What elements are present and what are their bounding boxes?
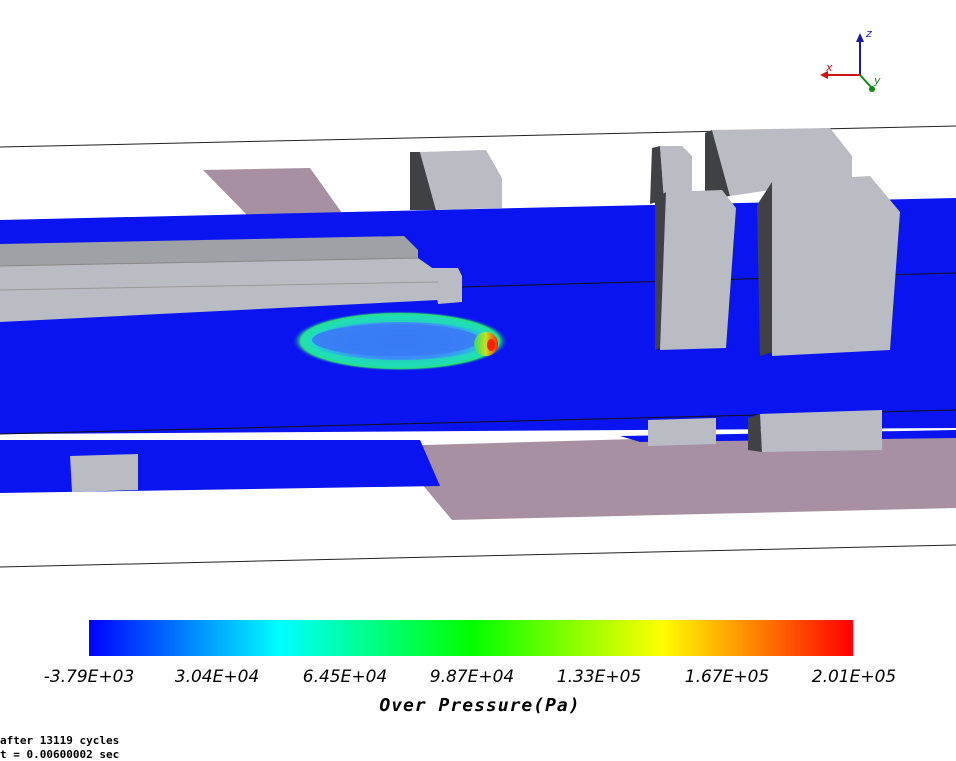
axis-label-x: x bbox=[825, 61, 833, 74]
simulation-3d-view[interactable]: z x y bbox=[0, 0, 956, 610]
colorbar-tick-label: 1.33E+05 bbox=[556, 667, 642, 687]
blast-wave-peak bbox=[487, 339, 495, 351]
colorbar-tick-label: -3.79E+03 bbox=[43, 667, 135, 687]
axis-label-y: y bbox=[873, 74, 881, 87]
axes-triad: z x y bbox=[820, 27, 881, 92]
blast-wave-core bbox=[312, 324, 480, 356]
building-box bbox=[760, 410, 882, 452]
colorbar bbox=[89, 620, 853, 656]
domain-edge-line bbox=[0, 544, 956, 568]
colorbar-tick-label: 2.01E+05 bbox=[811, 667, 897, 687]
cycles-status: after 13119 cycles bbox=[0, 734, 120, 747]
ground-plane bbox=[203, 168, 342, 216]
pressure-field-surface bbox=[0, 440, 440, 493]
axis-label-z: z bbox=[865, 27, 872, 40]
colorbar-tick-label: 6.45E+04 bbox=[302, 667, 388, 687]
colorbar-tick-label: 1.67E+05 bbox=[684, 667, 770, 687]
building-box bbox=[648, 418, 716, 446]
building-box bbox=[748, 414, 762, 452]
colorbar-tick-label: 3.04E+04 bbox=[174, 667, 260, 687]
colorbar-title: Over Pressure(Pa) bbox=[379, 695, 581, 716]
time-status: t = 0.00600002 sec bbox=[0, 748, 120, 761]
building-box bbox=[772, 176, 900, 356]
colorbar-tick-label: 9.87E+04 bbox=[429, 667, 515, 687]
building-box bbox=[660, 146, 692, 198]
building-box bbox=[660, 190, 736, 350]
building-box bbox=[70, 454, 138, 492]
